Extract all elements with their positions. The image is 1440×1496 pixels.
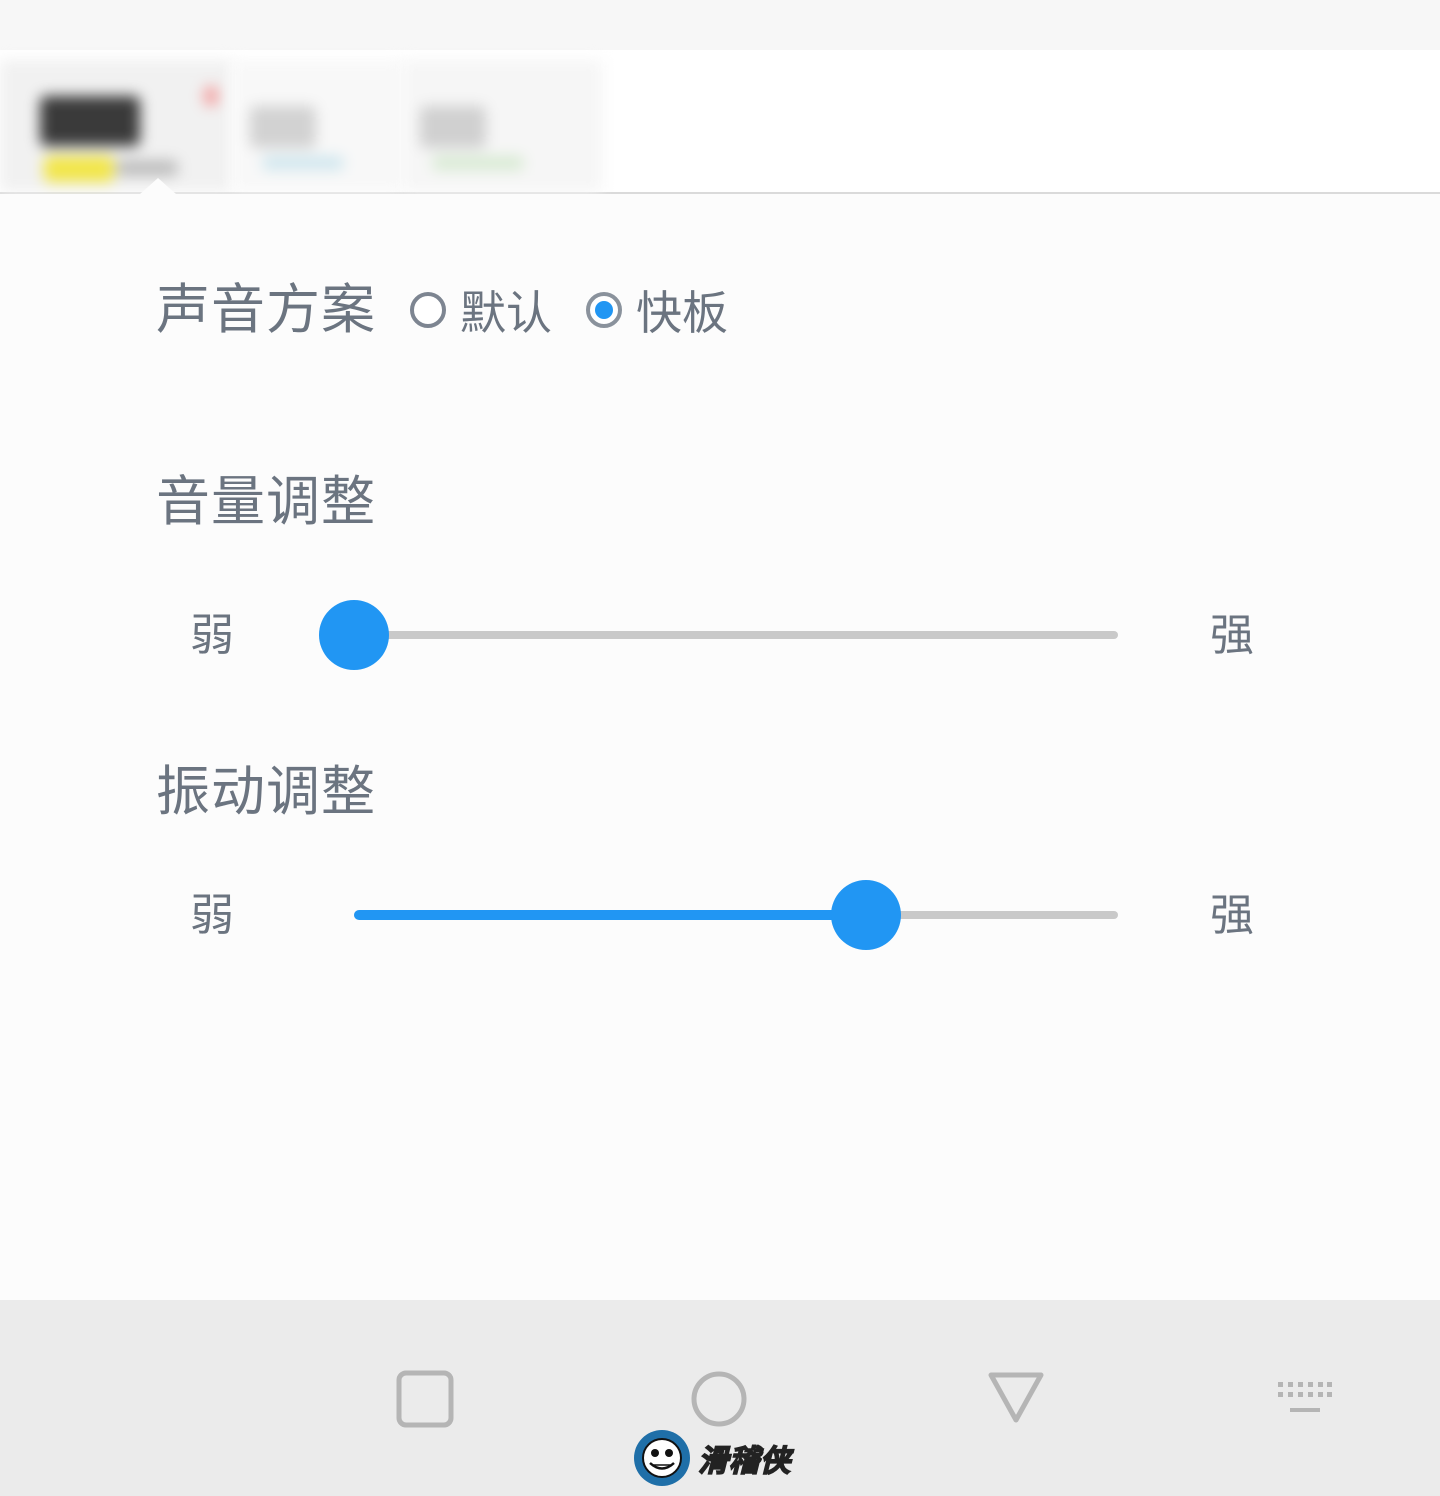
vibration-title: 振动调整: [156, 760, 376, 823]
watermark: 滑稽侠: [634, 1428, 791, 1488]
tab-blurred-1[interactable]: [0, 60, 232, 192]
volume-slider[interactable]: [319, 600, 1118, 670]
radio-option-kuaiban[interactable]: 快板: [586, 282, 728, 340]
tab-blurred-2[interactable]: [232, 60, 402, 192]
radio-checked-icon[interactable]: [586, 292, 622, 328]
keyboard-tab-bar: [0, 50, 1440, 194]
radio-dot: [595, 301, 613, 319]
radio-unchecked-icon[interactable]: [410, 292, 446, 328]
radio-label-kuaiban: 快板: [636, 286, 728, 340]
radio-option-default[interactable]: 默认: [410, 282, 552, 340]
vibration-max-label: 强: [1210, 890, 1254, 941]
volume-slider-track[interactable]: [354, 631, 1118, 639]
radio-label-default: 默认: [460, 286, 552, 340]
volume-max-label: 强: [1210, 610, 1254, 661]
watermark-face-logo-icon: [634, 1430, 690, 1486]
volume-min-label: 弱: [190, 610, 234, 661]
circle-home-icon[interactable]: [690, 1370, 748, 1428]
tab-blurred-3[interactable]: [402, 60, 602, 192]
vibration-min-label: 弱: [190, 890, 234, 941]
vibration-slider-fill: [354, 910, 866, 920]
triangle-back-icon[interactable]: [986, 1370, 1046, 1426]
keyboard-icon[interactable]: [1276, 1380, 1334, 1416]
status-strip: [0, 0, 1440, 50]
sound-settings-panel: [0, 194, 1440, 1300]
vibration-slider-thumb[interactable]: [831, 880, 901, 950]
watermark-text: 滑稽侠: [697, 1443, 791, 1480]
vibration-slider[interactable]: [354, 880, 1118, 950]
sound-scheme-title: 声音方案: [156, 278, 376, 341]
volume-slider-thumb[interactable]: [319, 600, 389, 670]
active-tab-caret: [140, 178, 176, 194]
volume-title: 音量调整: [156, 470, 376, 533]
square-recent-icon[interactable]: [396, 1370, 454, 1428]
